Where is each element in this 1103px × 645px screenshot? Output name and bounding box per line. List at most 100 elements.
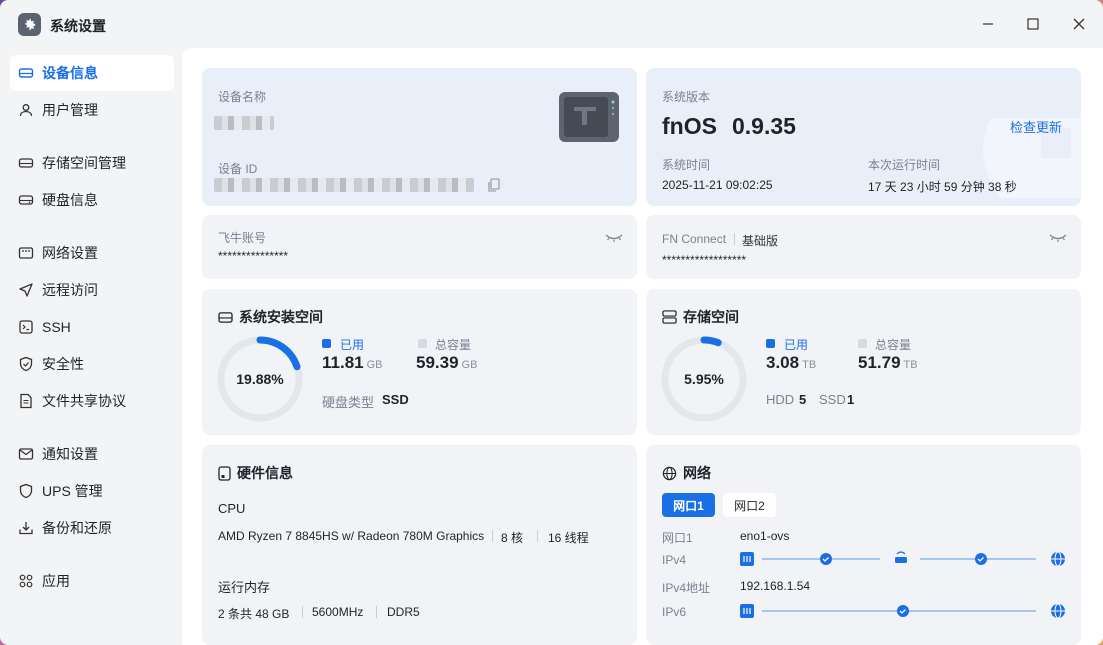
ups-shield-icon — [18, 483, 34, 499]
eye-hidden-icon[interactable] — [1049, 233, 1067, 243]
sidebar-item-storage[interactable]: 存储空间管理 — [10, 145, 174, 181]
system-version-card: 系统版本 fnOS 0.9.35 检查更新 系统时间 2025-11-21 09… — [646, 68, 1081, 206]
device-id-redacted — [214, 178, 474, 192]
account-label: 飞牛账号 — [218, 231, 267, 245]
total-value: 59.39 GB — [416, 353, 478, 372]
minimize-button[interactable] — [976, 12, 1000, 36]
device-name-label: 设备名称 — [218, 90, 267, 104]
hardware-title: 硬件信息 — [218, 463, 293, 483]
cpu-label: CPU — [218, 501, 246, 516]
disk-icon — [18, 192, 34, 208]
system-time-label: 系统时间 — [662, 158, 711, 172]
sidebar-item-label: 应用 — [42, 573, 70, 589]
sidebar-item-label: 硬盘信息 — [42, 192, 98, 208]
settings-gear-icon — [18, 13, 41, 36]
used-value: 11.81 GB — [322, 353, 383, 372]
backup-icon — [18, 520, 34, 536]
system-space-title: 系统安装空间 — [218, 307, 323, 327]
cpu-threads: 16 线程 — [548, 531, 589, 545]
sidebar-item-label: SSH — [42, 319, 71, 335]
hdd-count: 5 — [799, 392, 807, 407]
drive-icon — [218, 311, 233, 323]
check-icon — [820, 553, 832, 565]
device-icon — [18, 65, 34, 81]
uptime-value: 17 天 23 小时 59 分钟 38 秒 — [868, 180, 1017, 194]
ipv6-connection-path — [740, 603, 1065, 619]
sidebar-item-label: 通知设置 — [42, 446, 98, 462]
divider — [734, 233, 735, 245]
sidebar-item-ups[interactable]: UPS 管理 — [10, 473, 174, 509]
sidebar-item-label: 远程访问 — [42, 282, 98, 298]
system-space-card: 系统安装空间 19.88% 已用 总容量 11.81 GB 59.39 GB 硬盘类… — [202, 289, 637, 435]
sidebar-item-label: 备份和还原 — [42, 520, 112, 536]
eye-hidden-icon[interactable] — [605, 233, 623, 243]
fn-connect-edition: 基础版 — [742, 234, 779, 248]
tab-port-1[interactable]: 网口1 — [662, 493, 715, 517]
settings-window: 系统设置 设备信息 用户管理 存储空间管理 硬盘信息 网络设置 远程访问 SSH… — [0, 0, 1103, 645]
main-panel: 设备名称 设备 ID 系统版本 fnOS 0.9.35 检查更新 系统时间 20… — [182, 48, 1103, 645]
storage-icon — [18, 155, 34, 171]
storage-stack-icon — [662, 310, 677, 324]
cpu-model: AMD Ryzen 7 8845HS w/ Radeon 780M Graphi… — [218, 529, 485, 543]
sidebar-item-label: 用户管理 — [42, 102, 98, 118]
sidebar-item-notifications[interactable]: 通知设置 — [10, 436, 174, 472]
divider — [537, 530, 538, 542]
sidebar-item-label: 安全性 — [42, 356, 84, 372]
sidebar-item-label: 存储空间管理 — [42, 155, 126, 171]
sidebar-item-network[interactable]: 网络设置 — [10, 235, 174, 271]
globe-icon — [662, 466, 677, 480]
window-title: 系统设置 — [50, 18, 106, 34]
hardware-icon — [218, 465, 231, 481]
send-icon — [18, 282, 34, 298]
sidebar-item-label: 网络设置 — [42, 245, 98, 261]
total-value: 51.79 TB — [858, 353, 918, 372]
sidebar-item-file-sharing[interactable]: 文件共享协议 — [10, 383, 174, 419]
used-label: 已用 — [784, 338, 809, 352]
port-value: eno1-ovs — [740, 529, 790, 543]
terminal-icon — [18, 319, 34, 335]
sidebar-item-device-info[interactable]: 设备信息 — [10, 55, 174, 91]
cpu-cores: 8 核 — [501, 531, 524, 545]
device-name-redacted — [214, 116, 274, 130]
ipv6-label: IPv6 — [662, 605, 687, 619]
fn-connect-value: ****************** — [662, 253, 747, 267]
sidebar-item-remote-access[interactable]: 远程访问 — [10, 272, 174, 308]
sidebar-item-label: 文件共享协议 — [42, 393, 126, 409]
disk-type-label: 硬盘类型 — [322, 395, 375, 410]
close-button[interactable] — [1067, 12, 1091, 36]
storage-space-card: 存储空间 5.95% 已用 总容量 3.08 TB 51.79 TB HDD 5 S… — [646, 289, 1081, 435]
sidebar-item-users[interactable]: 用户管理 — [10, 92, 174, 128]
system-space-percent: 19.88% — [236, 371, 284, 387]
network-title: 网络 — [662, 463, 711, 483]
fn-connect-card: FN Connect 基础版 ****************** — [646, 215, 1081, 279]
ipv4-label: IPv4 — [662, 553, 687, 567]
sidebar-item-apps[interactable]: 应用 — [10, 563, 174, 599]
device-card: 设备名称 设备 ID — [202, 68, 637, 206]
os-version: 0.9.35 — [732, 113, 796, 139]
network-card: 网络 网口1 网口2 网口1 eno1-ovs IPv4 IPv4地址 192.… — [646, 445, 1081, 645]
sidebar-item-disks[interactable]: 硬盘信息 — [10, 182, 174, 218]
nas-device-image — [557, 90, 621, 144]
network-icon — [18, 245, 34, 261]
router-icon — [895, 557, 907, 563]
hdd-label: HDD — [766, 392, 795, 407]
ssd-count: 1 — [847, 392, 855, 407]
maximize-button[interactable] — [1021, 12, 1045, 36]
shield-icon — [18, 356, 34, 372]
system-time-value: 2025-11-21 09:02:25 — [662, 178, 773, 192]
check-icon — [897, 605, 909, 617]
total-label: 总容量 — [875, 338, 912, 352]
used-label: 已用 — [340, 338, 365, 352]
tab-port-2[interactable]: 网口2 — [723, 493, 776, 517]
hardware-card: 硬件信息 CPU AMD Ryzen 7 8845HS w/ Radeon 78… — [202, 445, 637, 645]
divider — [302, 606, 303, 618]
sidebar-item-security[interactable]: 安全性 — [10, 346, 174, 382]
copy-icon[interactable] — [488, 178, 500, 192]
check-update-link[interactable]: 检查更新 — [1010, 117, 1062, 136]
port-label: 网口1 — [662, 531, 693, 545]
sidebar-item-backup[interactable]: 备份和还原 — [10, 510, 174, 546]
total-legend-swatch — [418, 339, 427, 348]
used-legend-swatch — [322, 339, 331, 348]
storage-space-percent: 5.95% — [684, 371, 724, 387]
sidebar-item-ssh[interactable]: SSH — [10, 309, 174, 345]
